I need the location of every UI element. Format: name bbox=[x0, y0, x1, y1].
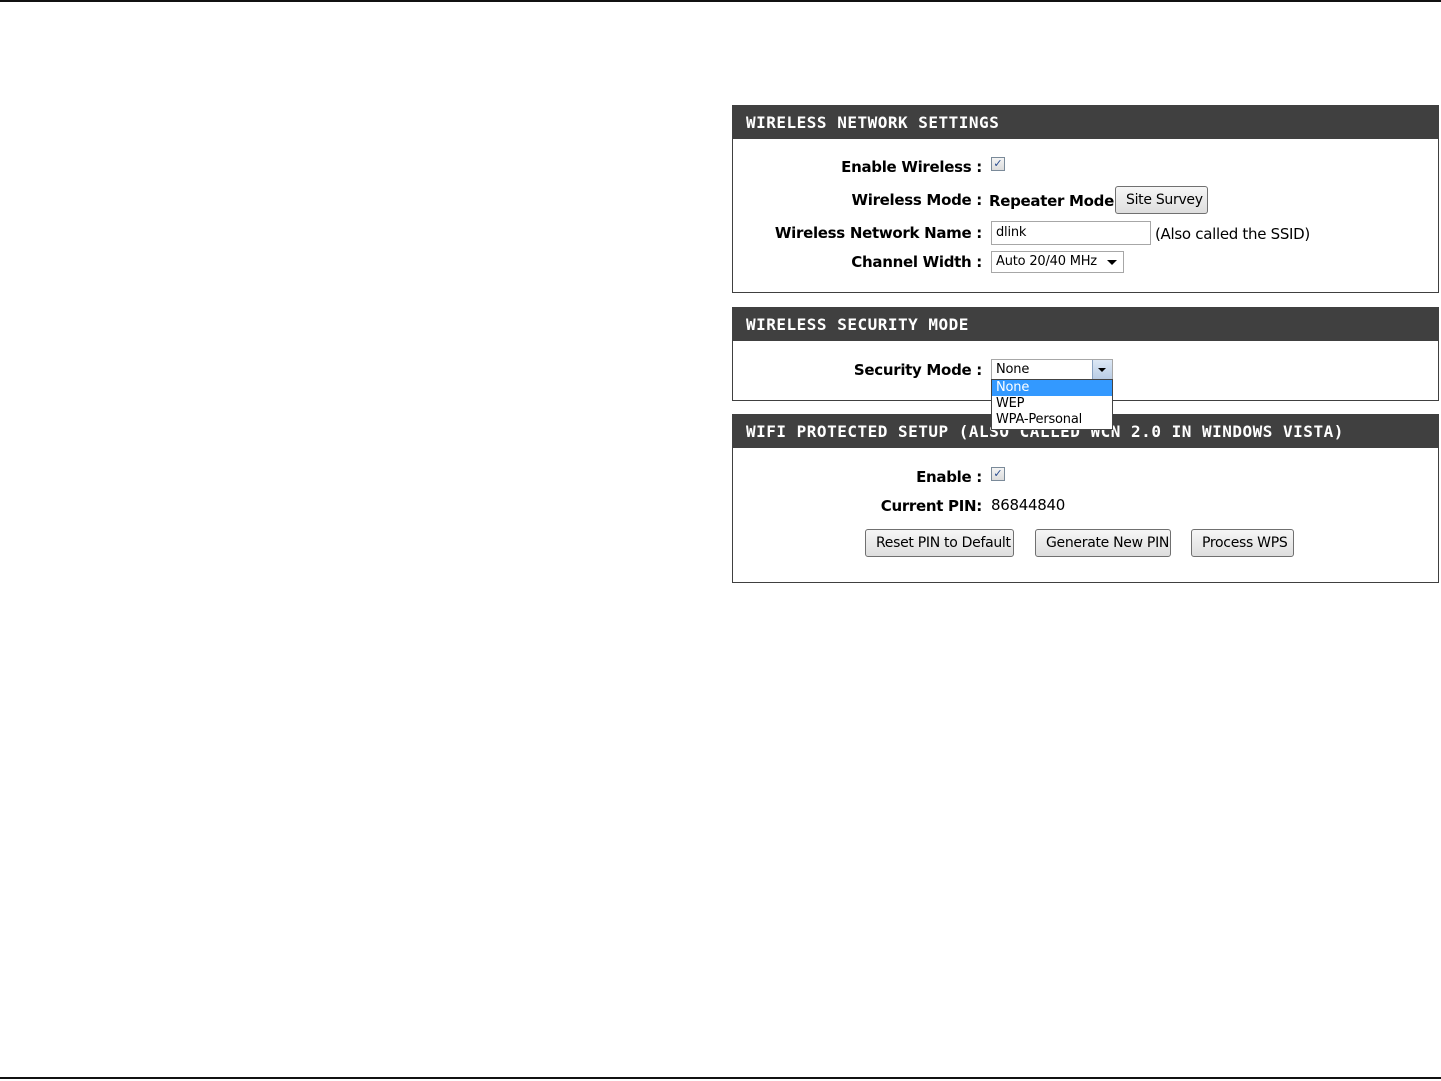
current-pin-value: 86844840 bbox=[991, 496, 1065, 514]
check-icon: ✓ bbox=[993, 157, 1003, 170]
network-name-label: Wireless Network Name : bbox=[774, 224, 982, 242]
wifi-protected-setup-panel: WIFI PROTECTED SETUP (ALSO CALLED WCN 2.… bbox=[732, 414, 1439, 583]
security-mode-select[interactable]: None bbox=[991, 359, 1113, 381]
enable-wireless-label: Enable Wireless : bbox=[841, 158, 982, 176]
bottom-divider bbox=[0, 1077, 1441, 1079]
check-icon: ✓ bbox=[993, 467, 1003, 480]
enable-wireless-checkbox[interactable]: ✓ bbox=[991, 157, 1005, 171]
chevron-down-icon[interactable] bbox=[1092, 360, 1112, 380]
wireless-security-mode-header: WIRELESS SECURITY MODE bbox=[733, 308, 1438, 341]
process-wps-button[interactable]: Process WPS bbox=[1191, 529, 1294, 557]
security-option-none[interactable]: None bbox=[992, 380, 1112, 396]
security-mode-label: Security Mode : bbox=[853, 361, 982, 379]
security-mode-dropdown-list: None WEP WPA-Personal bbox=[991, 379, 1113, 430]
generate-new-pin-button[interactable]: Generate New PIN bbox=[1035, 529, 1171, 557]
wireless-mode-label: Wireless Mode : bbox=[851, 191, 982, 209]
wps-enable-label: Enable : bbox=[916, 468, 982, 486]
channel-width-select[interactable]: Auto 20/40 MHz bbox=[991, 251, 1124, 273]
wireless-network-settings-panel: WIRELESS NETWORK SETTINGS Enable Wireles… bbox=[732, 105, 1439, 293]
security-option-wep[interactable]: WEP bbox=[992, 396, 1112, 412]
reset-pin-button[interactable]: Reset PIN to Default bbox=[865, 529, 1014, 557]
wireless-network-settings-header: WIRELESS NETWORK SETTINGS bbox=[733, 106, 1438, 139]
current-pin-label: Current PIN: bbox=[880, 497, 983, 515]
site-survey-button[interactable]: Site Survey bbox=[1115, 186, 1208, 214]
channel-width-value: Auto 20/40 MHz bbox=[996, 254, 1097, 269]
network-name-input[interactable]: dlink bbox=[991, 221, 1151, 245]
security-option-wpa-personal[interactable]: WPA-Personal bbox=[992, 412, 1112, 428]
chevron-down-icon bbox=[1107, 260, 1117, 265]
network-name-hint: (Also called the SSID) bbox=[1155, 225, 1310, 243]
wireless-mode-value: Repeater Mode bbox=[989, 192, 1114, 210]
top-divider bbox=[0, 0, 1441, 2]
wps-enable-checkbox[interactable]: ✓ bbox=[991, 467, 1005, 481]
channel-width-label: Channel Width : bbox=[851, 253, 982, 271]
security-mode-value: None bbox=[996, 362, 1030, 377]
